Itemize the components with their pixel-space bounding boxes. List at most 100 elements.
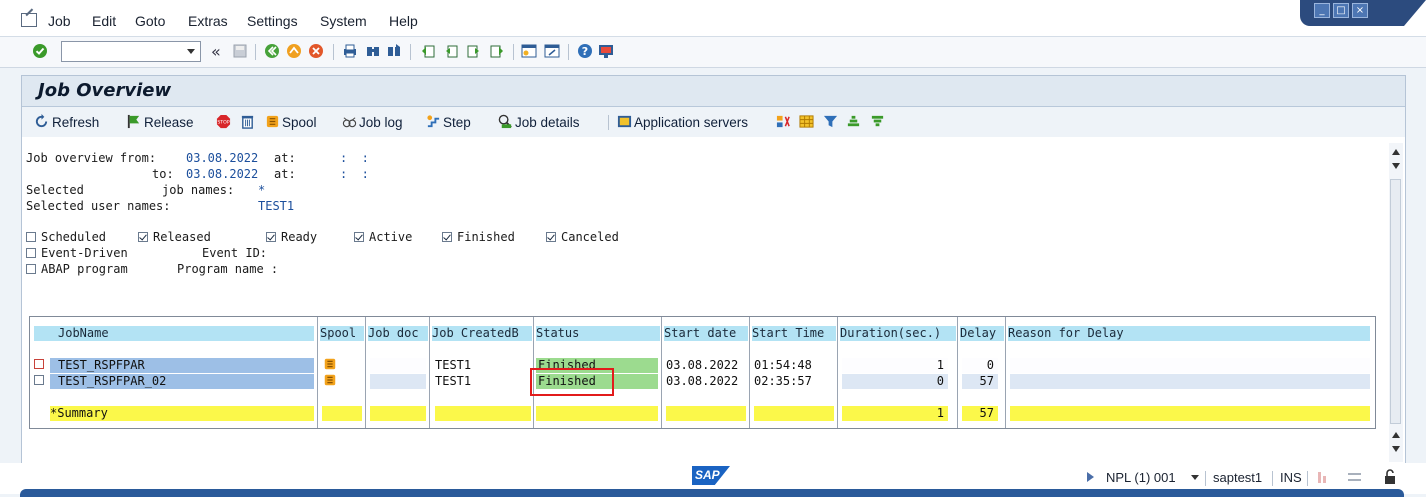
row-select-checkbox[interactable] (34, 375, 44, 385)
checkbox-released[interactable] (138, 232, 148, 242)
input-mode[interactable]: INS (1280, 470, 1302, 485)
vertical-scrollbar[interactable] (1389, 143, 1403, 462)
cell-start-time: 02:35:57 (754, 374, 812, 388)
checkbox-event-driven[interactable] (26, 248, 36, 258)
close-button[interactable]: × (1352, 3, 1368, 18)
menu-goto[interactable]: Goto (135, 13, 165, 29)
scroll-down-arrow-icon[interactable] (1392, 446, 1400, 452)
menu-help[interactable]: Help (389, 13, 418, 29)
scroll-up-arrow-icon[interactable] (1392, 432, 1400, 438)
last-page-icon[interactable] (489, 43, 505, 59)
header-reason[interactable]: Reason for Delay (1008, 326, 1370, 341)
job-details-button[interactable]: Job details (515, 115, 580, 130)
cell-created-by: TEST1 (435, 374, 472, 388)
back-icon[interactable] (264, 43, 280, 59)
create-session-icon[interactable] (521, 43, 537, 59)
sort-descending-icon[interactable] (870, 114, 885, 129)
stop-icon[interactable]: STOP (216, 114, 231, 129)
enter-icon[interactable] (32, 43, 48, 59)
cancel-icon[interactable] (308, 43, 324, 59)
cell-delay: 57 (962, 374, 998, 389)
application-servers-icon (617, 115, 632, 128)
header-start-date[interactable]: Start date (664, 326, 748, 341)
cell-start-date: 03.08.2022 (666, 358, 739, 372)
previous-page-icon[interactable] (443, 43, 459, 59)
cell-reason[interactable] (1010, 358, 1370, 373)
command-field[interactable] (61, 41, 201, 62)
window-menu-icon[interactable] (21, 13, 37, 27)
summary-cell (666, 406, 746, 421)
table-layout-icon[interactable] (799, 114, 814, 129)
user-names-label: Selected user names: (26, 199, 171, 213)
checkbox-scheduled[interactable] (26, 232, 36, 242)
title-bar: Job Overview (22, 76, 1405, 107)
header-spool[interactable]: Spool (320, 326, 364, 341)
minimize-button[interactable]: _ (1314, 3, 1330, 18)
exit-icon[interactable] (286, 43, 302, 59)
cell-reason[interactable] (1010, 374, 1370, 389)
toolbar-separator (333, 44, 334, 60)
spool-icon[interactable] (323, 357, 337, 371)
scroll-down-arrow-icon[interactable] (1392, 163, 1400, 169)
lock-icon[interactable] (1383, 469, 1397, 485)
find-icon[interactable] (365, 43, 381, 59)
header-job-doc[interactable]: Job doc (368, 326, 428, 341)
cell-start-date: 03.08.2022 (666, 374, 739, 388)
next-page-icon[interactable] (466, 43, 482, 59)
refresh-button[interactable]: Refresh (52, 115, 99, 130)
header-created-by[interactable]: Job CreatedB (432, 326, 532, 341)
cell-job-doc[interactable] (370, 358, 426, 373)
help-icon[interactable]: ? (577, 43, 593, 59)
checkbox-active[interactable] (354, 232, 364, 242)
find-next-icon[interactable] (386, 43, 402, 59)
chevron-down-icon[interactable] (187, 49, 195, 54)
header-duration[interactable]: Duration(sec.) (840, 326, 956, 341)
cell-jobname[interactable]: TEST_RSPFPAR (50, 358, 314, 373)
menu-edit[interactable]: Edit (92, 13, 116, 29)
row-select-checkbox[interactable] (34, 359, 44, 369)
step-button[interactable]: Step (443, 115, 471, 130)
cell-created-by: TEST1 (435, 358, 472, 372)
menu-settings[interactable]: Settings (247, 13, 298, 29)
print-icon[interactable] (342, 43, 358, 59)
filter-icon[interactable] (823, 114, 838, 129)
scroll-up-arrow-icon[interactable] (1392, 149, 1400, 155)
job-log-button[interactable]: Job log (359, 115, 403, 130)
connection-icon (1348, 473, 1361, 481)
maximize-button[interactable]: □ (1333, 3, 1349, 18)
summary-cell (370, 406, 426, 421)
toolbar-separator (410, 44, 411, 60)
svg-text:STOP: STOP (217, 119, 229, 125)
checkbox-abap-program[interactable] (26, 264, 36, 274)
header-jobname[interactable]: JobName (34, 326, 314, 341)
sort-icon[interactable] (776, 114, 791, 129)
menu-job[interactable]: Job (48, 13, 71, 29)
menu-system[interactable]: System (320, 13, 367, 29)
summary-cell (754, 406, 834, 421)
checkbox-ready[interactable] (266, 232, 276, 242)
spool-button[interactable]: Spool (282, 115, 317, 130)
sort-ascending-icon[interactable] (846, 114, 861, 129)
play-icon[interactable] (1087, 472, 1094, 482)
back-chevron-icon[interactable]: « (211, 42, 221, 61)
release-button[interactable]: Release (144, 115, 194, 130)
customize-layout-icon[interactable] (598, 43, 614, 59)
cell-jobname[interactable]: TEST_RSPFPAR_02 (50, 374, 314, 389)
shortcut-icon[interactable] (544, 43, 560, 59)
cell-start-time: 01:54:48 (754, 358, 812, 372)
header-status[interactable]: Status (536, 326, 660, 341)
header-start-time[interactable]: Start Time (752, 326, 836, 341)
standard-toolbar: « ? (0, 37, 1426, 68)
spool-icon[interactable] (323, 373, 337, 387)
application-servers-button[interactable]: Application servers (634, 115, 748, 130)
checkbox-finished[interactable] (442, 232, 452, 242)
checkbox-canceled[interactable] (546, 232, 556, 242)
header-delay[interactable]: Delay (960, 326, 1004, 341)
scroll-thumb[interactable] (1390, 179, 1401, 424)
cell-job-doc[interactable] (370, 374, 426, 389)
delete-icon[interactable] (240, 114, 255, 129)
first-page-icon[interactable] (420, 43, 436, 59)
save-icon[interactable] (232, 43, 248, 59)
chevron-down-icon[interactable] (1191, 475, 1199, 480)
menu-extras[interactable]: Extras (188, 13, 228, 29)
